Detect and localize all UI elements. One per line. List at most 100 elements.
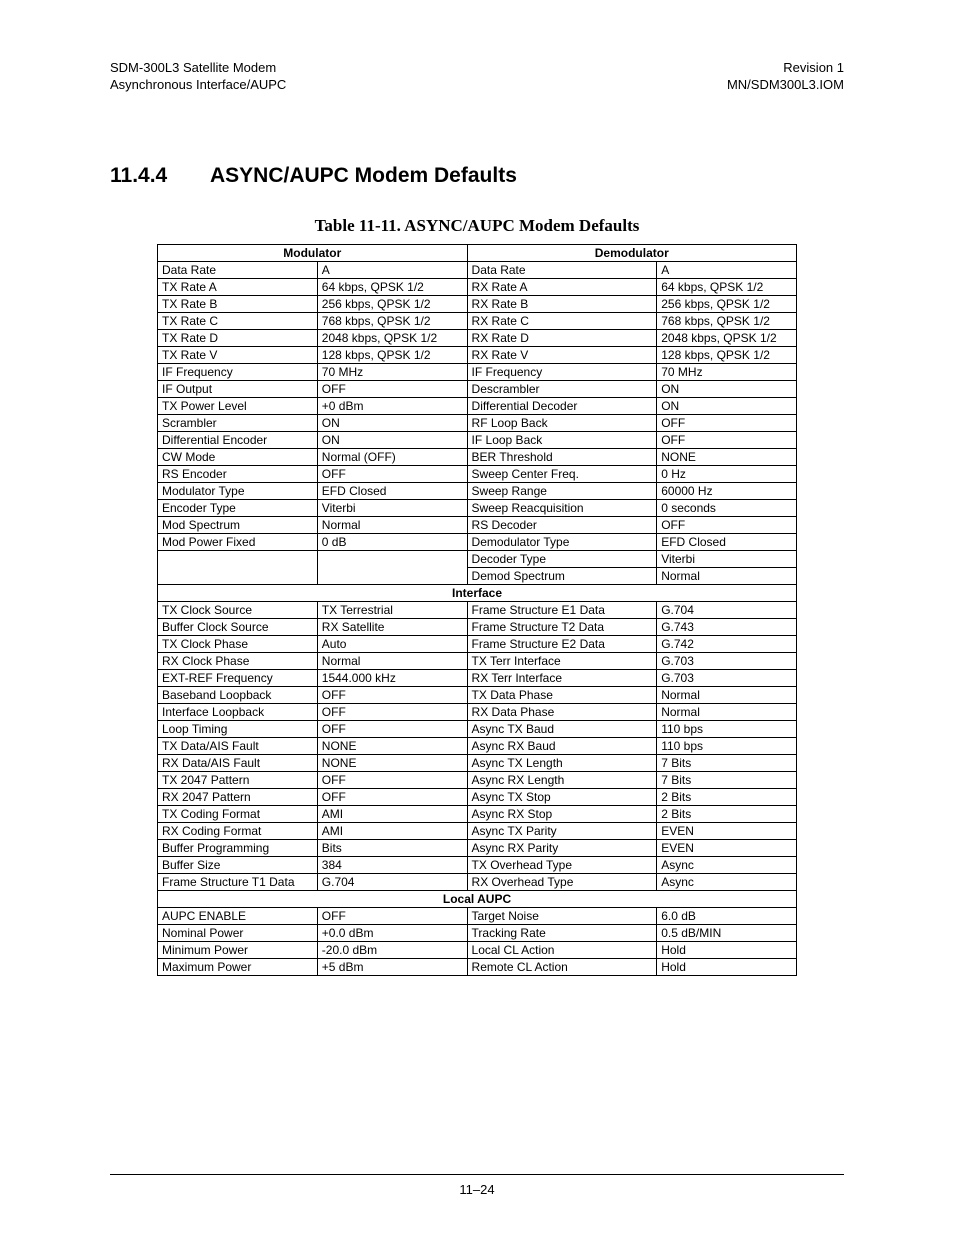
table-cell: 256 kbps, QPSK 1/2: [657, 295, 797, 312]
table-cell: RX Rate A: [467, 278, 657, 295]
table-cell: 768 kbps, QPSK 1/2: [657, 312, 797, 329]
table-cell: 1544.000 kHz: [317, 669, 467, 686]
table-cell: Decoder Type: [467, 550, 657, 567]
table-cell: Hold: [657, 941, 797, 958]
table-cell: OFF: [657, 414, 797, 431]
section-head-left: Modulator: [158, 244, 468, 261]
table-cell: Frame Structure T1 Data: [158, 873, 318, 890]
table-cell: IF Frequency: [158, 363, 318, 380]
table-cell: ON: [317, 431, 467, 448]
table-cell: RX Coding Format: [158, 822, 318, 839]
header-left: SDM-300L3 Satellite Modem Asynchronous I…: [110, 60, 286, 94]
table-cell: NONE: [317, 754, 467, 771]
table-cell: TX Rate C: [158, 312, 318, 329]
table-cell: 0.5 dB/MIN: [657, 924, 797, 941]
section-head-right: Demodulator: [467, 244, 796, 261]
table-cell: RX Data/AIS Fault: [158, 754, 318, 771]
table-cell: TX 2047 Pattern: [158, 771, 318, 788]
table-cell: [317, 550, 467, 567]
table-cell: Sweep Range: [467, 482, 657, 499]
table-cell: RX Rate C: [467, 312, 657, 329]
table-cell: TX Coding Format: [158, 805, 318, 822]
table-cell: RX Rate B: [467, 295, 657, 312]
table-cell: Frame Structure E2 Data: [467, 635, 657, 652]
table-cell: Async RX Stop: [467, 805, 657, 822]
header-right-line2: MN/SDM300L3.IOM: [727, 77, 844, 92]
table-cell: RX Rate D: [467, 329, 657, 346]
page-header: SDM-300L3 Satellite Modem Asynchronous I…: [110, 60, 844, 94]
table-cell: EXT-REF Frequency: [158, 669, 318, 686]
table-cell: Frame Structure E1 Data: [467, 601, 657, 618]
table-cell: RX Satellite: [317, 618, 467, 635]
table-cell: TX Rate B: [158, 295, 318, 312]
table-cell: Descrambler: [467, 380, 657, 397]
table-cell: NONE: [657, 448, 797, 465]
table-cell: TX Data/AIS Fault: [158, 737, 318, 754]
table-cell: OFF: [317, 465, 467, 482]
table-cell: AMI: [317, 822, 467, 839]
table-cell: TX Overhead Type: [467, 856, 657, 873]
table-cell: Differential Decoder: [467, 397, 657, 414]
table-cell: +0 dBm: [317, 397, 467, 414]
table-cell: EVEN: [657, 839, 797, 856]
table-cell: Data Rate: [158, 261, 318, 278]
table-cell: Bits: [317, 839, 467, 856]
section-number: 11.4.4: [110, 164, 210, 188]
table-cell: Loop Timing: [158, 720, 318, 737]
table-cell: 110 bps: [657, 737, 797, 754]
table-cell: IF Output: [158, 380, 318, 397]
table-cell: BER Threshold: [467, 448, 657, 465]
table-cell: RS Encoder: [158, 465, 318, 482]
table-cell: OFF: [317, 703, 467, 720]
table-cell: Async RX Length: [467, 771, 657, 788]
table-cell: Normal: [657, 686, 797, 703]
table-cell: 7 Bits: [657, 771, 797, 788]
table-cell: AMI: [317, 805, 467, 822]
table-cell: EVEN: [657, 822, 797, 839]
table-cell: G.704: [657, 601, 797, 618]
table-cell: Target Noise: [467, 907, 657, 924]
table-cell: Buffer Programming: [158, 839, 318, 856]
section-head: Interface: [158, 584, 797, 601]
table-cell: OFF: [317, 686, 467, 703]
table-cell: CW Mode: [158, 448, 318, 465]
table-cell: Normal: [317, 516, 467, 533]
section-title: ASYNC/AUPC Modem Defaults: [210, 164, 517, 187]
table-cell: 70 MHz: [317, 363, 467, 380]
table-cell: 2 Bits: [657, 805, 797, 822]
table-cell: TX Clock Phase: [158, 635, 318, 652]
table-cell: Data Rate: [467, 261, 657, 278]
table-cell: 128 kbps, QPSK 1/2: [317, 346, 467, 363]
table-cell: TX Data Phase: [467, 686, 657, 703]
table-cell: 2048 kbps, QPSK 1/2: [657, 329, 797, 346]
table-cell: 2 Bits: [657, 788, 797, 805]
table-cell: 0 seconds: [657, 499, 797, 516]
table-cell: 256 kbps, QPSK 1/2: [317, 295, 467, 312]
table-cell: Demodulator Type: [467, 533, 657, 550]
table-cell: 60000 Hz: [657, 482, 797, 499]
section-heading: 11.4.4ASYNC/AUPC Modem Defaults: [110, 164, 844, 188]
table-cell: EFD Closed: [657, 533, 797, 550]
table-cell: Async TX Length: [467, 754, 657, 771]
table-cell: Async: [657, 856, 797, 873]
table-cell: TX Power Level: [158, 397, 318, 414]
table-cell: Viterbi: [657, 550, 797, 567]
table-caption: Table 11-11. ASYNC/AUPC Modem Defaults: [110, 216, 844, 236]
table-cell: Local CL Action: [467, 941, 657, 958]
table-cell: Async TX Stop: [467, 788, 657, 805]
header-left-line1: SDM-300L3 Satellite Modem: [110, 60, 276, 75]
table-cell: RF Loop Back: [467, 414, 657, 431]
table-cell: OFF: [317, 788, 467, 805]
table-cell: TX Rate A: [158, 278, 318, 295]
table-cell: 0 Hz: [657, 465, 797, 482]
table-cell: Normal: [317, 652, 467, 669]
table-cell: 6.0 dB: [657, 907, 797, 924]
table-cell: TX Rate D: [158, 329, 318, 346]
table-cell: ON: [657, 397, 797, 414]
table-cell: Buffer Clock Source: [158, 618, 318, 635]
page: SDM-300L3 Satellite Modem Asynchronous I…: [0, 0, 954, 1235]
table-cell: 0 dB: [317, 533, 467, 550]
table-cell: Async TX Baud: [467, 720, 657, 737]
table-cell: 64 kbps, QPSK 1/2: [657, 278, 797, 295]
table-cell: Sweep Reacquisition: [467, 499, 657, 516]
